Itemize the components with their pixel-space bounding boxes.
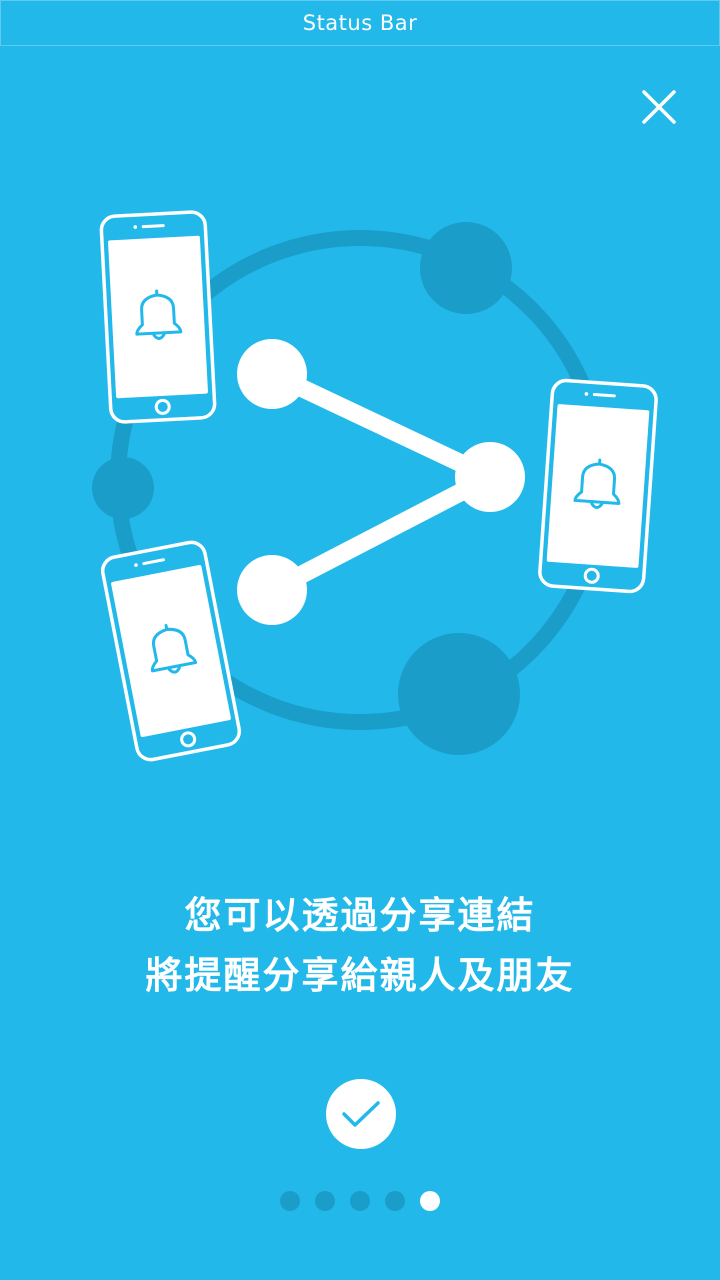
status-bar: Status Bar [0,0,720,46]
close-button[interactable] [636,84,682,130]
phone-icon [99,210,217,424]
close-icon [642,90,676,124]
phone-icon [538,378,658,594]
confirm-button[interactable] [326,1079,396,1149]
onboarding-message: 您可以透過分享連結 將提醒分享給親人及朋友 [0,886,720,1006]
message-line-2: 將提醒分享給親人及朋友 [145,954,575,997]
page-indicator [0,1191,720,1211]
message-line-1: 您可以透過分享連結 [184,894,536,937]
page-dot[interactable] [280,1191,300,1211]
share-icon [237,339,525,625]
page-dot[interactable] [315,1191,335,1211]
status-bar-label: Status Bar [302,11,418,35]
page-dot-active[interactable] [420,1191,440,1211]
share-illustration [92,210,658,762]
checkmark-icon [342,1101,380,1127]
phone-icon [100,540,242,762]
page-dot[interactable] [385,1191,405,1211]
page-dot[interactable] [350,1191,370,1211]
